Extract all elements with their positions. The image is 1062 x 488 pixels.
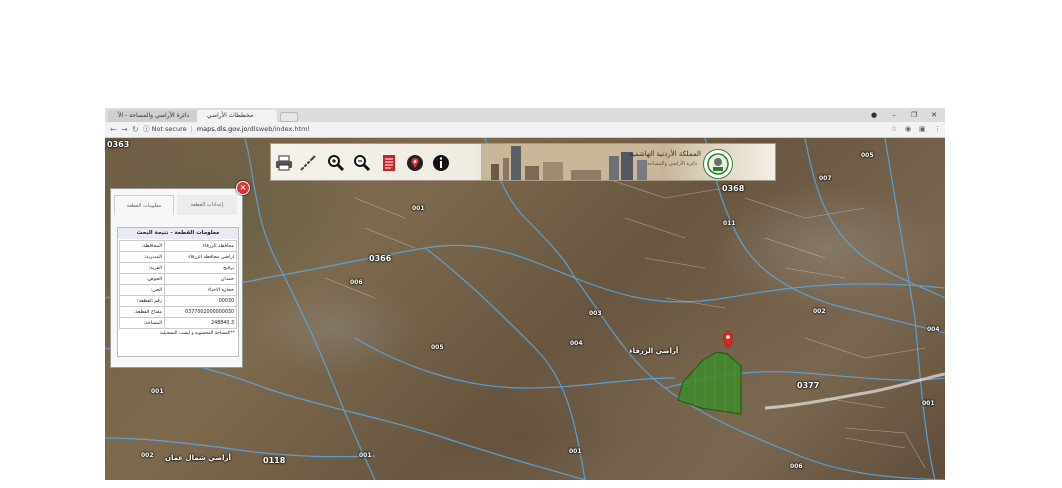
attr-value: حمدان (164, 273, 237, 285)
attr-key: مفتاح القطعة: (119, 306, 165, 318)
url-path: /dlsweb/index.html (247, 125, 310, 133)
forward-icon[interactable]: → (121, 123, 128, 136)
app-title: المملكة الأردنية الهاشمية (628, 150, 701, 158)
tab-dls-home[interactable]: دائرة الأراضي والمساحة - الأ (108, 110, 198, 122)
area-label: أراضي شمال عمان (165, 454, 231, 462)
tab-label: دائرة الأراضي والمساحة - الأ (118, 112, 190, 119)
map-label: 007 (819, 175, 832, 182)
locate-icon[interactable] (405, 153, 425, 173)
map-label: 001 (359, 452, 372, 459)
parcel-info-title: معلومات القطعة - نتيجة البحث (118, 228, 238, 239)
map-label: 001 (412, 205, 425, 212)
extension-icon[interactable]: ◉ (905, 123, 911, 136)
map-label: 001 (569, 448, 582, 455)
panel-tabs: معلومات القطعة إعدادات القطعة (114, 195, 239, 215)
attr-key: المساحة: (119, 317, 165, 329)
table-row: رقم القطعة: 00030 (119, 295, 237, 307)
info-icon-small: ⓘ (143, 125, 150, 133)
tab-parcel-settings[interactable]: إعدادات القطعة (177, 195, 237, 215)
minimize-icon[interactable]: – (887, 109, 901, 121)
zoom-in-icon[interactable] (326, 153, 346, 173)
attr-value: محافظة الزرقاء (164, 240, 237, 252)
table-row: القرية: برقيح (119, 262, 237, 274)
attr-value: 00030 (164, 295, 237, 307)
browser-window: دائرة الأراضي والمساحة - الأ مخططات الأر… (105, 108, 945, 480)
close-window-icon[interactable]: ✕ (927, 109, 941, 121)
selected-parcel[interactable] (677, 351, 742, 415)
map-label: 011 (723, 220, 736, 227)
map-label: 004 (570, 340, 583, 347)
map-label: 006 (790, 463, 803, 470)
info-icon[interactable] (431, 153, 451, 173)
attr-key: الحوض: (119, 273, 165, 285)
attr-key: المديرية: (119, 251, 165, 263)
parcel-info-panel: معلومات القطعة إعدادات القطعة معلومات ال… (110, 188, 243, 368)
table-row: المساحة: 248840.3 (119, 317, 237, 329)
attr-key: القرية: (119, 262, 165, 274)
area-note: **المساحة المحسوبة و ليست التسجيلية (159, 331, 235, 336)
zoom-out-icon[interactable] (352, 153, 372, 173)
map-canvas[interactable]: 0363 0368 005 007 001 011 0366 006 002 0… (105, 138, 945, 480)
area-label: أراضي الزرقاء (629, 347, 679, 355)
app-subtitle: دائرة الأراضي والمساحة (647, 161, 697, 167)
table-row: المديرية: اراضي محافظة الزرقاء (119, 251, 237, 263)
maximize-icon[interactable]: ❐ (907, 109, 921, 121)
measure-icon[interactable] (298, 153, 318, 173)
parcel-attributes-table: المحافظة: محافظة الزرقاء المديرية: اراضي م… (119, 240, 237, 329)
tab-label: مخططات الأراضي (207, 112, 254, 119)
map-label: 006 (350, 279, 363, 286)
attr-key: الحي: (119, 284, 165, 296)
menu-icon[interactable]: ⋮ (934, 123, 941, 136)
profile-icon[interactable]: ● (867, 109, 881, 121)
attr-value: 0377002000000030 (164, 306, 237, 318)
map-label: 0363 (107, 140, 130, 149)
map-label: 0366 (369, 254, 392, 263)
table-row: الحوض: حمدان (119, 273, 237, 285)
table-row: المحافظة: محافظة الزرقاء (119, 240, 237, 252)
report-icon[interactable] (379, 153, 399, 173)
close-panel-icon[interactable]: × (236, 181, 250, 195)
app-header: المملكة الأردنية الهاشمية دائرة الأراضي … (270, 143, 776, 181)
tab-parcel-info[interactable]: معلومات القطعة (114, 195, 174, 215)
attr-value: حجارة الاحياء (164, 284, 237, 296)
jordan-emblem-logo (703, 149, 733, 179)
attr-value: برقيح (164, 262, 237, 274)
attr-value: 248840.3 (164, 317, 237, 329)
security-label: Not secure (151, 125, 187, 133)
map-label: 0368 (722, 184, 745, 193)
url-field[interactable]: ⓘ Not secure | maps.dls.gov.jo/dlsweb/inde… (143, 124, 309, 135)
map-label: 002 (813, 308, 826, 315)
map-label: 0377 (797, 381, 820, 390)
tab-strip: دائرة الأراضي والمساحة - الأ مخططات الأر… (105, 108, 945, 122)
map-label: 002 (141, 452, 154, 459)
url-host: maps.dls.gov.jo (196, 125, 248, 133)
table-row: الحي: حجارة الاحياء (119, 284, 237, 296)
parcel-info-box: معلومات القطعة - نتيجة البحث المحافظة: مح… (117, 227, 239, 357)
tab-land-maps[interactable]: مخططات الأراضي (197, 110, 277, 122)
map-label: 003 (589, 310, 602, 317)
reload-icon[interactable]: ↻ (132, 123, 139, 136)
map-label: 005 (431, 344, 444, 351)
address-bar: ← → ↻ ⓘ Not secure | maps.dls.gov.jo/dlswe… (105, 122, 945, 138)
map-label: 005 (861, 152, 874, 159)
table-row: مفتاح القطعة: 0377002000000030 (119, 306, 237, 318)
map-label: 001 (151, 388, 164, 395)
bookmark-star-icon[interactable]: ☆ (891, 123, 897, 136)
map-label: 001 (922, 400, 935, 407)
map-label: 0118 (263, 456, 286, 465)
back-icon[interactable]: ← (110, 123, 117, 136)
attr-key: المحافظة: (119, 240, 165, 252)
print-icon[interactable] (274, 153, 294, 173)
location-marker-icon[interactable] (723, 330, 733, 349)
new-tab-button[interactable] (280, 112, 298, 122)
attr-key: رقم القطعة: (119, 295, 165, 307)
extension2-icon[interactable]: ▣ (919, 123, 926, 136)
attr-value: اراضي محافظة الزرقاء (164, 251, 237, 263)
map-label: 004 (927, 326, 940, 333)
